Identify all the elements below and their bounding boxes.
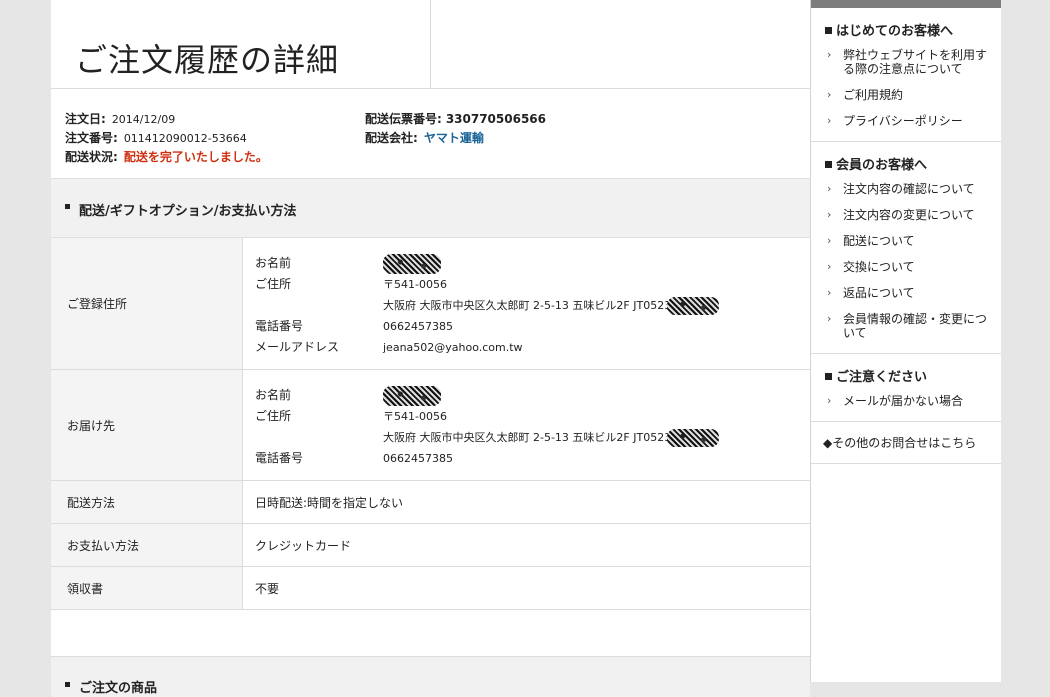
redacted-address-suffix: [667, 428, 720, 447]
registered-email: jeana502@yahoo.com.tw: [383, 341, 523, 354]
chevron-right-icon: ›: [827, 208, 832, 221]
section-header-shipping: 配送/ギフトオプション/お支払い方法: [51, 178, 810, 238]
registered-address-block: お名前 ご住所 〒541-0056 大阪府 大阪市中央区久太郎町 2-5-13 五…: [255, 239, 809, 368]
section-heading: 配送/ギフトオプション/お支払い方法: [79, 204, 297, 219]
chevron-right-icon: ›: [827, 48, 832, 61]
delivery-street: 大阪府 大阪市中央区久太郎町 2-5-13 五味ビル2F JT0523: [383, 431, 672, 444]
sidebar-link-exchange[interactable]: › 交換について: [811, 257, 1001, 277]
sidebar-link-privacy[interactable]: › プライバシーポリシー: [811, 111, 1001, 131]
delivery-address-block: お名前 ご住所 〒541-0056 大阪府 大阪市中央区久太郎町 2-5-13 五…: [255, 371, 809, 479]
carrier-link[interactable]: ヤマト運輸: [424, 131, 484, 145]
registered-postal: 〒541-0056: [383, 278, 447, 291]
chevron-right-icon: ›: [827, 182, 832, 195]
delivery-phone: 0662457385: [383, 452, 453, 465]
registered-street: 大阪府 大阪市中央区久太郎町 2-5-13 五味ビル2F JT0523: [383, 299, 672, 312]
order-detail-main: ご注文履歴の詳細 注文日: 2014/12/09 注文番号: 01141209001…: [51, 0, 811, 697]
order-number-value: 011412090012-53664: [123, 132, 247, 145]
sidebar-link-order-change[interactable]: › 注文内容の変更について: [811, 205, 1001, 225]
sidebar-link-order-confirm[interactable]: › 注文内容の確認について: [811, 179, 1001, 199]
table-row-delivery-address: お届け先 お名前 ご住所 〒541-0056 大阪府 大阪市中央区久太郎町 2-5…: [51, 369, 810, 481]
table-row-receipt: 領収書 不要: [51, 566, 810, 610]
delivery-address-label: お届け先: [51, 369, 243, 481]
sidebar-caution: ご注意ください › メールが届かない場合: [811, 354, 1001, 422]
delivery-phone-label: 電話番号: [255, 451, 304, 465]
square-bullet-icon: [825, 27, 832, 34]
redacted-address-suffix: [667, 296, 720, 315]
page-title: ご注文履歴の詳細: [75, 41, 340, 80]
sidebar-first-time: はじめてのお客様へ › 弊社ウェブサイトを利用する際の注意点について › ご利用規約…: [811, 8, 1001, 142]
sidebar: はじめてのお客様へ › 弊社ウェブサイトを利用する際の注意点について › ご利用規約…: [811, 0, 1001, 682]
sidebar-link-member-info[interactable]: › 会員情報の確認・変更について: [811, 309, 1001, 343]
sidebar-members-heading: 会員のお客様へ: [836, 158, 928, 173]
chevron-right-icon: ›: [827, 312, 832, 325]
registered-phone-label: 電話番号: [255, 319, 304, 333]
registered-address-label-field: ご住所: [255, 277, 292, 291]
order-number-label: 注文番号:: [65, 131, 118, 145]
tracking-number-label: 配送伝票番号:: [365, 112, 442, 126]
redacted-name: [383, 253, 441, 274]
delivery-status-value: 配送を完了いたしました。: [123, 150, 268, 164]
square-bullet-icon: [825, 373, 832, 380]
sidebar-first-time-heading: はじめてのお客様へ: [836, 24, 954, 39]
delivery-status-label: 配送状況:: [65, 150, 118, 164]
chevron-right-icon: ›: [827, 394, 832, 407]
payment-method-label: お支払い方法: [51, 523, 243, 567]
sidebar-top-bar: [811, 0, 1001, 8]
registered-phone: 0662457385: [383, 320, 453, 333]
order-detail-table: ご登録住所 お名前 ご住所 〒541-0056 大阪府 大阪市中央区久太郎町 2-…: [51, 238, 810, 610]
table-row-payment-method: お支払い方法 クレジットカード: [51, 523, 810, 567]
sidebar-link-mail-not-received[interactable]: › メールが届かない場合: [811, 391, 1001, 411]
chevron-right-icon: ›: [827, 260, 832, 273]
sidebar-link-returns[interactable]: › 返品について: [811, 283, 1001, 303]
section-bullet-icon: [65, 682, 70, 687]
chevron-right-icon: ›: [827, 114, 832, 127]
registered-name-label: お名前: [255, 256, 292, 270]
sidebar-link-terms[interactable]: › ご利用規約: [811, 85, 1001, 105]
registered-address-label: ご登録住所: [51, 238, 243, 370]
order-number: 注文番号: 011412090012-53664: [65, 129, 247, 146]
chevron-right-icon: ›: [827, 234, 832, 247]
section-header-items: ご注文の商品: [51, 657, 810, 697]
title-block: ご注文履歴の詳細: [51, 0, 810, 89]
order-date-value: 2014/12/09: [111, 113, 176, 126]
table-row-registered-address: ご登録住所 お名前 ご住所 〒541-0056 大阪府 大阪市中央区久太郎町 2-…: [51, 238, 810, 370]
receipt-label: 領収書: [51, 566, 243, 610]
sidebar-link-shipping[interactable]: › 配送について: [811, 231, 1001, 251]
section-bullet-icon: [65, 204, 70, 209]
receipt-value: 不要: [242, 566, 810, 610]
tracking-number: 配送伝票番号: 330770506566: [365, 110, 546, 127]
delivery-status: 配送状況: 配送を完了いたしました。: [65, 148, 268, 165]
delivery-name-label: お名前: [255, 388, 292, 402]
payment-method-value: クレジットカード: [242, 523, 810, 567]
chevron-right-icon: ›: [827, 286, 832, 299]
carrier-label: 配送会社:: [365, 131, 418, 145]
order-date: 注文日: 2014/12/09: [65, 110, 175, 127]
carrier: 配送会社: ヤマト運輸: [365, 129, 484, 146]
redacted-name: [383, 385, 441, 406]
delivery-address-label-field: ご住所: [255, 409, 292, 423]
square-bullet-icon: [825, 161, 832, 168]
sidebar-members: 会員のお客様へ › 注文内容の確認について › 注文内容の変更について › 配送につい…: [811, 142, 1001, 354]
delivery-postal: 〒541-0056: [383, 410, 447, 423]
title-divider: [430, 0, 431, 88]
sidebar-caution-heading: ご注意ください: [836, 370, 928, 385]
spacer: [51, 610, 810, 657]
sidebar-contact-link[interactable]: ◆その他のお問合せはこちら: [811, 422, 1001, 464]
chevron-right-icon: ›: [827, 88, 832, 101]
order-summary: 注文日: 2014/12/09 注文番号: 011412090012-53664 配…: [51, 89, 810, 178]
order-date-label: 注文日:: [65, 112, 106, 126]
items-heading: ご注文の商品: [79, 681, 158, 696]
registered-email-label: メールアドレス: [255, 340, 340, 354]
shipping-method-value: 日時配送:時間を指定しない: [242, 480, 810, 524]
sidebar-link-website-notes[interactable]: › 弊社ウェブサイトを利用する際の注意点について: [811, 45, 1001, 79]
shipping-method-label: 配送方法: [51, 480, 243, 524]
tracking-number-value: 330770506566: [445, 112, 547, 126]
table-row-shipping-method: 配送方法 日時配送:時間を指定しない: [51, 480, 810, 524]
